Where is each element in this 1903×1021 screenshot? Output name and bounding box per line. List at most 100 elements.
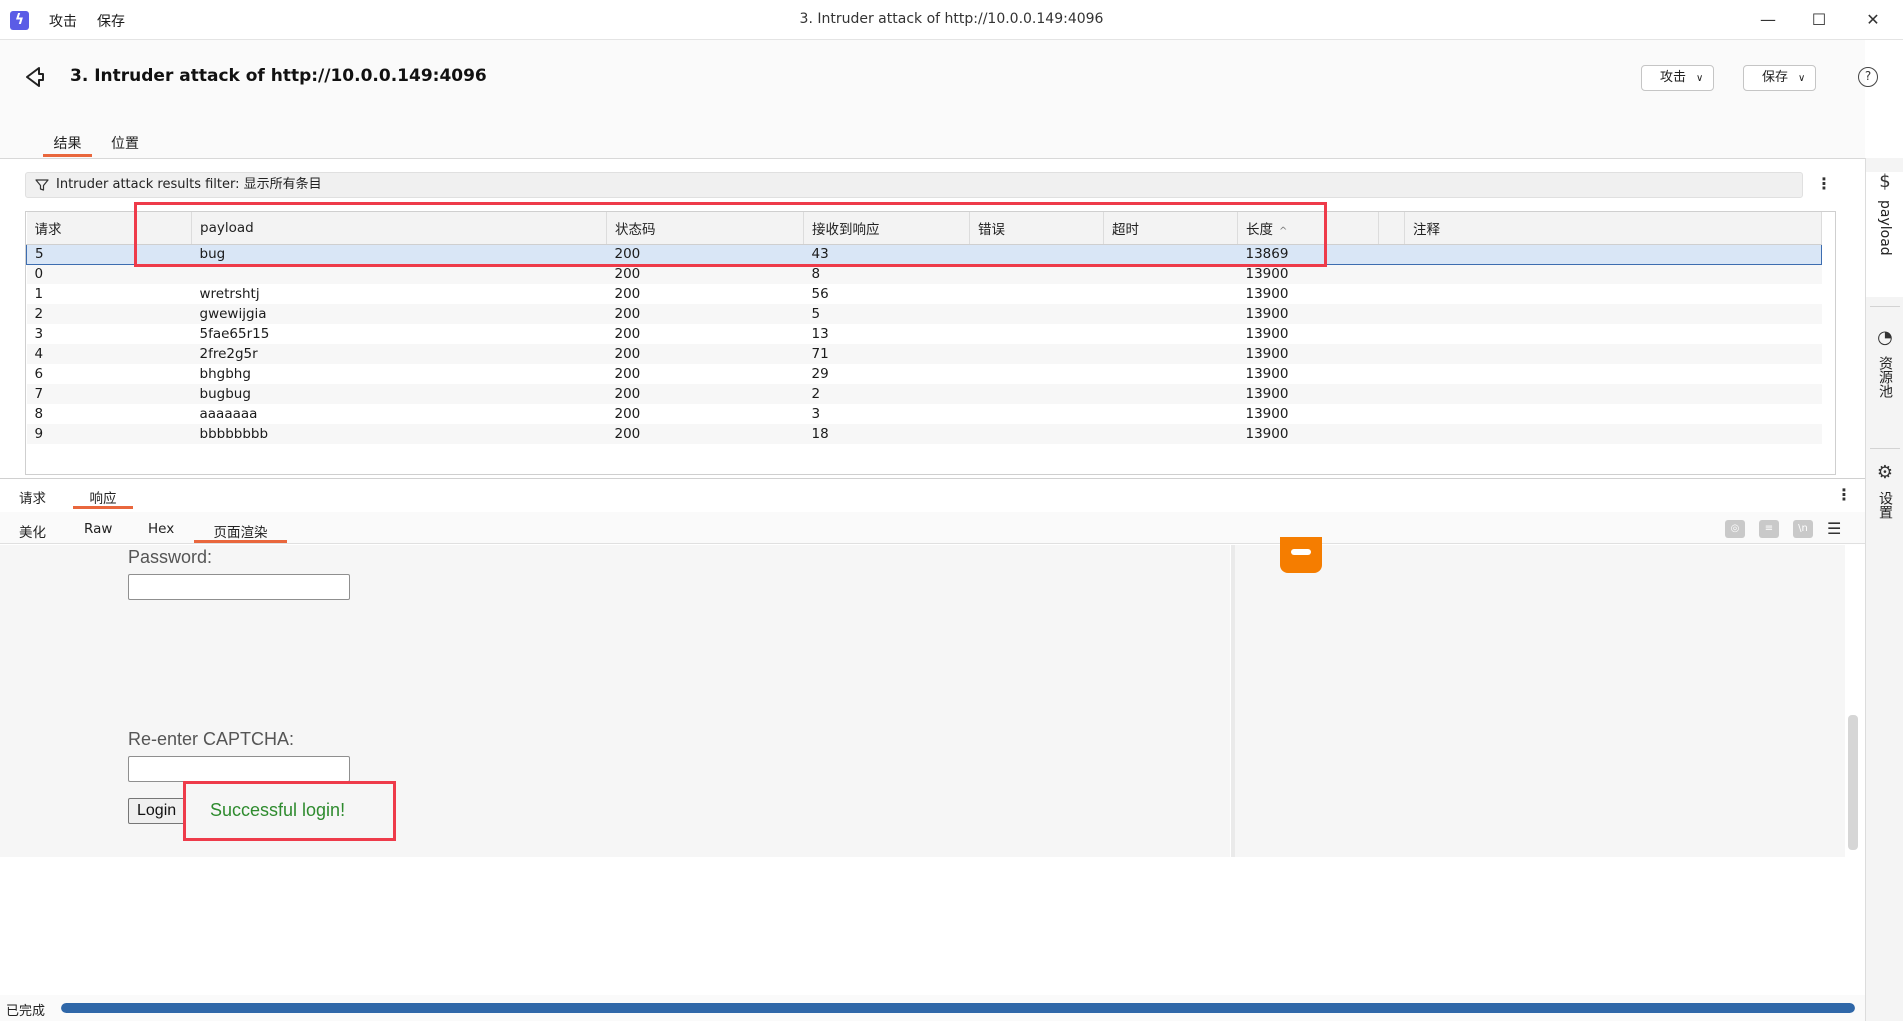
cell-blank bbox=[1379, 284, 1405, 304]
save-dropdown-button[interactable]: 保存 ∨ bbox=[1743, 65, 1817, 91]
cell-error bbox=[969, 424, 1104, 444]
cell-status: 200 bbox=[614, 406, 641, 422]
cell-payload: bhgbhg bbox=[199, 366, 251, 382]
column-header-timeout[interactable]: 超时 bbox=[1103, 212, 1238, 245]
table-row[interactable]: 9 bbbbbbbb 200 18 13900 bbox=[26, 424, 1822, 444]
cell-response-received: 8 bbox=[803, 264, 970, 284]
column-header-error[interactable]: 错误 bbox=[969, 212, 1104, 245]
cell-timeout bbox=[1103, 344, 1238, 364]
cell-blank bbox=[1378, 264, 1405, 284]
maximize-button[interactable]: ☐ bbox=[1796, 4, 1842, 36]
menu-attack[interactable]: 攻击 bbox=[49, 11, 77, 31]
cell-error bbox=[969, 264, 1104, 284]
length-header-label: 长度 bbox=[1246, 221, 1273, 238]
column-header-request[interactable]: 请求 bbox=[26, 212, 137, 245]
right-rail: $ payload ◔ 资源池 ⚙ 设置 bbox=[1865, 158, 1903, 1021]
rail-payload[interactable]: $ payload bbox=[1866, 172, 1903, 297]
cell-length: 13869 bbox=[1237, 243, 1379, 265]
cell-blank bbox=[136, 264, 192, 284]
cell-response-received: 5 bbox=[803, 304, 970, 324]
table-row[interactable]: 2 gwewijgia 200 5 13900 bbox=[26, 304, 1822, 324]
column-header-length[interactable]: 长度 ^ bbox=[1237, 212, 1379, 245]
cell-status: 200 bbox=[606, 264, 804, 284]
login-button[interactable]: Login bbox=[128, 798, 186, 824]
cell-comment bbox=[1404, 304, 1822, 324]
close-button[interactable]: ✕ bbox=[1850, 4, 1896, 36]
hamburger-menu-icon[interactable]: ☰ bbox=[1827, 519, 1841, 538]
filter-label: Intruder attack results filter: 显示所有条目 bbox=[56, 177, 322, 192]
tab-request[interactable]: 请求 bbox=[19, 487, 46, 509]
cell-comment bbox=[1404, 264, 1822, 284]
rail-settings[interactable]: ⚙ 设置 bbox=[1866, 463, 1903, 543]
panel-splitter[interactable] bbox=[0, 478, 1865, 479]
success-message: Successful login! bbox=[210, 800, 346, 820]
rail-resource-pool[interactable]: ◔ 资源池 bbox=[1866, 328, 1903, 438]
column-header-payload[interactable]: payload bbox=[191, 212, 607, 245]
cell-blank bbox=[1378, 344, 1405, 364]
word-wrap-icon[interactable]: ≡ bbox=[1759, 520, 1779, 538]
tab-response[interactable]: 响应 bbox=[73, 487, 133, 509]
table-row[interactable]: 0 200 8 13900 bbox=[26, 264, 1822, 284]
filter-icon bbox=[35, 179, 49, 191]
cell-length: 13900 bbox=[1237, 424, 1379, 444]
vertical-scrollbar[interactable] bbox=[1848, 715, 1858, 850]
view-tab-hex[interactable]: Hex bbox=[148, 521, 174, 543]
cell-response-received: 43 bbox=[803, 243, 970, 265]
cell-response-received: 71 bbox=[803, 344, 970, 364]
cell-length: 13900 bbox=[1237, 304, 1379, 324]
cell-timeout bbox=[1104, 284, 1238, 304]
rail-divider bbox=[1870, 448, 1900, 449]
minimize-button[interactable]: — bbox=[1745, 4, 1791, 36]
rendered-page-sidebar bbox=[1231, 545, 1845, 857]
attack-dropdown-button[interactable]: 攻击 ∨ bbox=[1641, 65, 1715, 91]
view-tab-render[interactable]: 页面渲染 bbox=[194, 521, 287, 543]
cell-status: 200 bbox=[606, 384, 804, 404]
newline-icon[interactable]: \n bbox=[1793, 520, 1813, 538]
cell-request: 5 bbox=[26, 243, 137, 265]
cell-payload: gwewijgia bbox=[191, 304, 607, 324]
cell-blank bbox=[1379, 324, 1405, 344]
table-row[interactable]: 3 5fae65r15 200 13 13900 bbox=[27, 324, 1822, 344]
table-row[interactable]: 6 bhgbhg 200 29 13900 bbox=[27, 364, 1822, 384]
cell-comment bbox=[1405, 364, 1822, 384]
chevron-down-icon: ∨ bbox=[1696, 73, 1704, 84]
help-icon[interactable]: ? bbox=[1858, 67, 1878, 87]
tab-results[interactable]: 结果 bbox=[43, 133, 92, 157]
table-row[interactable]: 8 aaaaaaa 200 3 13900 bbox=[27, 404, 1822, 424]
cell-blank bbox=[137, 404, 192, 424]
cell-payload: wretrshtj bbox=[199, 286, 260, 302]
response-more-menu-icon[interactable]: ⋮ bbox=[1836, 486, 1852, 506]
cell-response-received: 18 bbox=[803, 424, 970, 444]
cell-blank bbox=[136, 304, 192, 324]
cell-comment bbox=[1404, 243, 1822, 265]
header-divider bbox=[0, 158, 1865, 159]
tab-positions[interactable]: 位置 bbox=[111, 133, 139, 157]
column-header-blank[interactable] bbox=[136, 212, 192, 245]
menu-save[interactable]: 保存 bbox=[97, 11, 125, 31]
column-header-status[interactable]: 状态码 bbox=[606, 212, 804, 245]
cell-error bbox=[970, 324, 1104, 344]
attack-header: 3. Intruder attack of http://10.0.0.149:… bbox=[0, 40, 1878, 158]
cell-comment bbox=[1405, 324, 1822, 344]
back-arrow-icon[interactable] bbox=[22, 64, 48, 90]
cell-payload: aaaaaaa bbox=[199, 406, 258, 422]
column-header-response-received[interactable]: 接收到响应 bbox=[803, 212, 970, 245]
column-header-comment[interactable]: 注释 bbox=[1404, 212, 1822, 245]
cell-timeout bbox=[1103, 243, 1238, 265]
results-more-menu-icon[interactable]: ⋮ bbox=[1816, 175, 1832, 195]
password-field[interactable] bbox=[128, 574, 350, 600]
captcha-field[interactable] bbox=[128, 756, 350, 782]
table-row[interactable]: 4 2fre2g5r 200 71 13900 bbox=[26, 344, 1822, 364]
cell-length: 13900 bbox=[1245, 286, 1289, 302]
view-tab-raw[interactable]: Raw bbox=[84, 521, 112, 543]
cell-status: 200 bbox=[614, 366, 641, 382]
table-row[interactable]: 7 bugbug 200 2 13900 bbox=[26, 384, 1822, 404]
hide-non-printable-icon[interactable]: ◎ bbox=[1725, 520, 1745, 538]
column-header-blank[interactable] bbox=[1378, 212, 1405, 245]
table-row[interactable]: 1 wretrshtj 200 56 13900 bbox=[27, 284, 1822, 304]
view-tab-pretty[interactable]: 美化 bbox=[19, 521, 46, 543]
table-row[interactable]: 5 bug 200 43 13869 bbox=[26, 243, 1822, 265]
rail-divider bbox=[1870, 306, 1900, 307]
cell-status: 200 bbox=[606, 243, 804, 265]
results-filter-bar[interactable]: Intruder attack results filter: 显示所有条目 bbox=[25, 172, 1803, 198]
